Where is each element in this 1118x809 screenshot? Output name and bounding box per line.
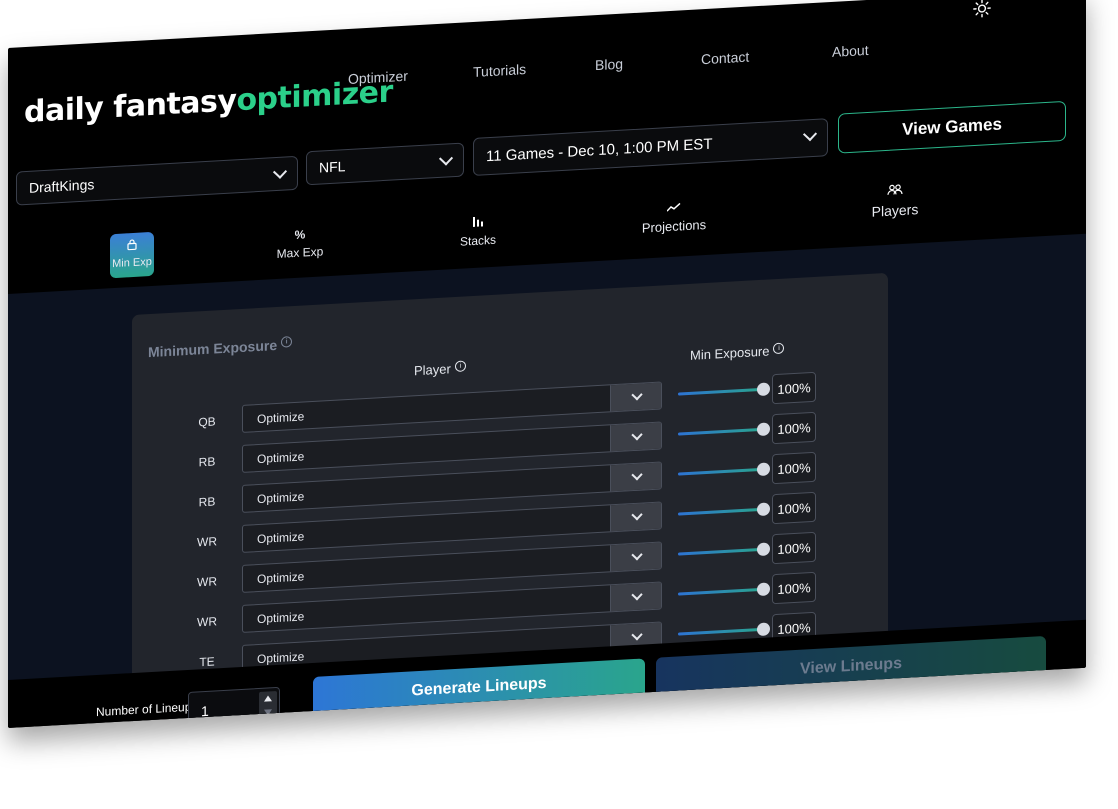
chevron-down-icon: [631, 389, 643, 401]
tab-max-exp[interactable]: % Max Exp: [270, 226, 330, 261]
nav-tutorials[interactable]: Tutorials: [473, 61, 526, 80]
logo[interactable]: daily fantasyoptimizer: [24, 74, 393, 130]
min-exposure-slider[interactable]: [678, 382, 770, 397]
app-window: daily fantasyoptimizer Optimizer Tutoria…: [8, 0, 1086, 728]
tab-label: Players: [871, 201, 919, 220]
tab-min-exp[interactable]: Min Exp: [110, 231, 154, 279]
player-select-value: Optimize: [257, 529, 305, 547]
chevron-down-icon: [631, 589, 643, 601]
chevron-down-icon: [802, 127, 818, 142]
tab-projections[interactable]: Projections: [634, 199, 714, 236]
info-icon[interactable]: i: [773, 342, 785, 355]
player-select-dropdown[interactable]: [610, 502, 661, 532]
stepper-down-icon[interactable]: [264, 709, 272, 716]
player-select-value: Optimize: [257, 449, 305, 467]
player-select-dropdown[interactable]: [610, 382, 661, 412]
panel-title: Minimum Exposure i: [148, 336, 293, 361]
lineups-number-input[interactable]: 1: [188, 686, 280, 728]
chevron-down-icon: [631, 629, 643, 641]
position-label: WR: [197, 534, 217, 550]
min-exposure-slider[interactable]: [678, 462, 770, 477]
min-exposure-value[interactable]: 100%: [772, 371, 816, 405]
position-label: RB: [198, 494, 216, 510]
position-label: WR: [197, 614, 217, 630]
generate-lineups-button[interactable]: Generate Lineups: [313, 658, 645, 717]
sun-icon[interactable]: [973, 0, 991, 18]
users-icon: [860, 182, 930, 200]
slider-handle[interactable]: [757, 502, 770, 517]
tab-label: Projections: [641, 216, 707, 236]
min-exposure-slider[interactable]: [678, 542, 770, 557]
chevron-down-icon: [272, 164, 288, 179]
site-select[interactable]: DraftKings: [16, 155, 298, 206]
info-icon[interactable]: i: [281, 336, 293, 348]
nav-blog[interactable]: Blog: [595, 56, 623, 74]
min-exposure-value[interactable]: 100%: [772, 571, 816, 605]
min-exposure-value[interactable]: 100%: [772, 491, 816, 525]
lock-icon: [110, 238, 154, 254]
position-label: TE: [199, 654, 215, 670]
trend-icon: [634, 199, 714, 217]
slider-handle[interactable]: [757, 622, 770, 637]
slider-handle[interactable]: [757, 462, 770, 477]
nav-contact[interactable]: Contact: [701, 49, 749, 68]
min-exposure-header-text: Min Exposure: [690, 343, 770, 363]
chevron-down-icon: [631, 429, 643, 441]
min-exposure-column-header: Min Exposure i: [690, 342, 785, 363]
player-header-text: Player: [414, 361, 451, 379]
min-exposure-slider[interactable]: [678, 622, 770, 637]
nav-about[interactable]: About: [832, 42, 869, 60]
lineups-stepper[interactable]: [259, 690, 277, 722]
player-select-value: Optimize: [257, 609, 305, 627]
min-exposure-value[interactable]: 100%: [772, 411, 816, 445]
player-select-dropdown[interactable]: [610, 542, 661, 572]
percent-icon: %: [294, 227, 306, 242]
lineups-label: Number of Lineups: [96, 699, 198, 720]
stacks-icon: [448, 214, 508, 231]
slider-handle[interactable]: [757, 422, 770, 437]
sport-select-value: NFL: [319, 158, 346, 176]
slider-handle[interactable]: [757, 542, 770, 557]
player-select-dropdown[interactable]: [610, 422, 661, 452]
tab-label: Min Exp: [112, 255, 152, 271]
tab-label: Max Exp: [276, 244, 324, 261]
chevron-down-icon: [438, 151, 454, 166]
tab-stacks[interactable]: Stacks: [448, 214, 508, 249]
player-select-dropdown[interactable]: [610, 582, 661, 612]
logo-text-daily-fantasy: daily fantasy: [24, 83, 237, 131]
site-select-value: DraftKings: [29, 176, 95, 196]
player-column-header: Player i: [414, 360, 466, 378]
view-games-button[interactable]: View Games: [838, 100, 1066, 154]
player-select-value: Optimize: [257, 569, 305, 587]
info-icon[interactable]: i: [454, 360, 466, 373]
chevron-down-icon: [631, 549, 643, 561]
position-label: WR: [197, 574, 217, 590]
player-select-value: Optimize: [257, 489, 305, 507]
stepper-up-icon[interactable]: [264, 695, 272, 702]
slate-select[interactable]: 11 Games - Dec 10, 1:00 PM EST: [473, 118, 828, 177]
min-exposure-slider[interactable]: [678, 582, 770, 597]
slate-select-value: 11 Games - Dec 10, 1:00 PM EST: [486, 135, 713, 165]
chevron-down-icon: [631, 469, 643, 481]
min-exposure-value[interactable]: 100%: [772, 451, 816, 485]
player-select-value: Optimize: [257, 409, 305, 427]
tab-players[interactable]: Players: [860, 182, 930, 220]
view-lineups-button[interactable]: View Lineups: [656, 635, 1046, 698]
chevron-down-icon: [631, 509, 643, 521]
position-label: RB: [198, 454, 216, 470]
slider-handle[interactable]: [757, 382, 770, 397]
position-label: QB: [198, 414, 216, 430]
player-select-dropdown[interactable]: [610, 462, 661, 492]
tab-label: Stacks: [459, 232, 496, 249]
panel-title-text: Minimum Exposure: [148, 336, 278, 361]
lineups-value: 1: [201, 702, 209, 720]
min-exposure-value[interactable]: 100%: [772, 531, 816, 565]
sport-select[interactable]: NFL: [306, 142, 464, 186]
nav-optimizer[interactable]: Optimizer: [348, 68, 408, 87]
slider-handle[interactable]: [757, 582, 770, 597]
min-exposure-slider[interactable]: [678, 502, 770, 517]
min-exposure-slider[interactable]: [678, 422, 770, 437]
